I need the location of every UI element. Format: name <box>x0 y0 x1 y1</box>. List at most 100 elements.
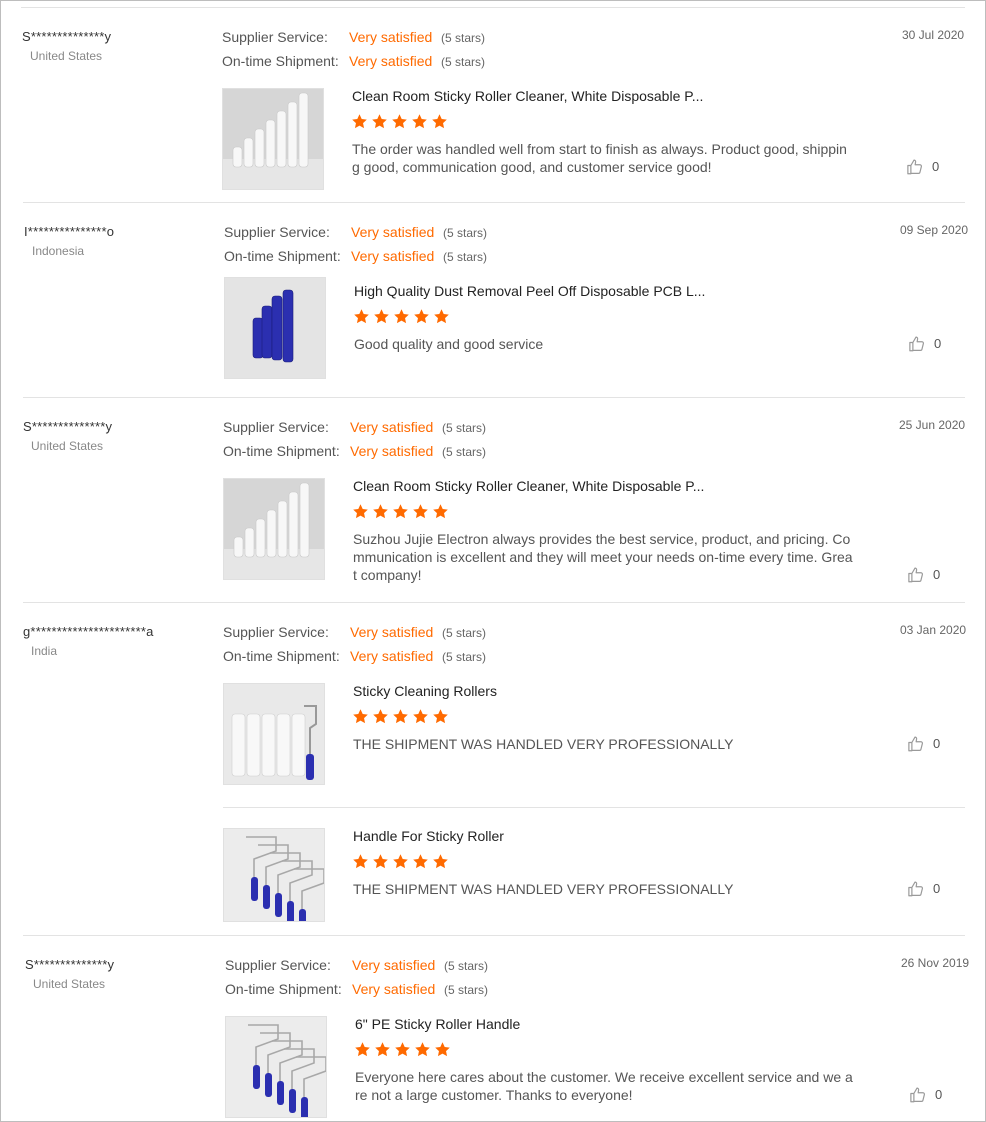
reviewer-name: S**************y <box>25 957 115 972</box>
product-thumbnail[interactable] <box>225 1016 327 1118</box>
like-button[interactable]: 0 <box>907 566 947 586</box>
product-thumbnail[interactable] <box>223 683 325 785</box>
ontime-shipment-label: On-time Shipment: <box>222 53 339 69</box>
supplier-service-stars: (5 stars) <box>443 226 488 240</box>
like-button[interactable]: 0 <box>906 158 946 178</box>
star-icon <box>391 114 411 134</box>
review-comment: Everyone here cares about the customer. … <box>355 1069 853 1103</box>
product-title-link[interactable]: Clean Room Sticky Roller Cleaner, White … <box>352 88 703 104</box>
supplier-service-value: Very satisfied <box>351 224 435 240</box>
ontime-shipment-value: Very satisfied <box>352 981 436 997</box>
star-icon <box>351 114 371 134</box>
reviewer-country: India <box>31 644 58 658</box>
star-icon <box>371 114 391 134</box>
star-icon <box>433 309 453 329</box>
star-icon <box>372 504 392 524</box>
star-icon <box>412 504 432 524</box>
divider <box>21 7 965 8</box>
review-date: 26 Nov 2019 <box>901 956 970 970</box>
review-date: 25 Jun 2020 <box>899 418 966 432</box>
star-icon <box>352 854 372 874</box>
star-icon <box>374 1042 394 1062</box>
review-divider <box>23 602 965 603</box>
review-date: 30 Jul 2020 <box>902 28 965 42</box>
ontime-shipment-stars: (5 stars) <box>444 983 489 997</box>
product-rating-stars <box>352 853 452 871</box>
supplier-service-value: Very satisfied <box>349 29 433 45</box>
reviewer-country: United States <box>33 977 106 991</box>
ontime-shipment-value: Very satisfied <box>350 648 434 664</box>
supplier-service-stars: (5 stars) <box>442 421 487 435</box>
reviewer-country: Indonesia <box>32 244 85 258</box>
star-icon <box>413 309 433 329</box>
review-comment: Good quality and good service <box>354 336 544 352</box>
product-title-link[interactable]: Handle For Sticky Roller <box>353 828 504 844</box>
supplier-service-stars: (5 stars) <box>441 31 486 45</box>
ontime-shipment-stars: (5 stars) <box>441 55 486 69</box>
supplier-service-label: Supplier Service: <box>223 624 329 640</box>
reviewer-name: S**************y <box>23 419 113 434</box>
like-button[interactable]: 0 <box>909 1086 949 1106</box>
reviewer-name: I***************o <box>24 224 115 239</box>
product-title-link[interactable]: High Quality Dust Removal Peel Off Dispo… <box>354 283 705 299</box>
like-count: 0 <box>933 881 941 896</box>
review-comment: THE SHIPMENT WAS HANDLED VERY PROFESSION… <box>353 881 734 897</box>
like-button[interactable]: 0 <box>907 880 947 900</box>
star-icon <box>372 709 392 729</box>
star-icon <box>411 114 431 134</box>
star-icon <box>354 1042 374 1062</box>
ontime-shipment-label: On-time Shipment: <box>223 648 340 664</box>
review-comment: The order was handled well from start to… <box>352 141 847 175</box>
reviewer-name: g**********************a <box>23 624 154 639</box>
reviews-panel: S**************y United States Supplier … <box>0 0 986 1122</box>
star-icon <box>372 854 392 874</box>
reviewer-name: S**************y <box>22 29 112 44</box>
review-divider <box>23 397 965 398</box>
supplier-service-value: Very satisfied <box>350 419 434 435</box>
like-button[interactable]: 0 <box>908 335 948 355</box>
like-count: 0 <box>932 159 940 174</box>
supplier-service-stars: (5 stars) <box>442 626 487 640</box>
star-icon <box>412 854 432 874</box>
product-title-link[interactable]: Sticky Cleaning Rollers <box>353 683 497 699</box>
product-thumbnail[interactable] <box>223 478 325 580</box>
review-comment: Suzhou Jujie Electron always provides th… <box>353 531 853 583</box>
star-icon <box>432 854 452 874</box>
product-thumbnail[interactable] <box>223 828 325 922</box>
star-icon <box>432 709 452 729</box>
like-count: 0 <box>935 1087 943 1102</box>
supplier-service-value: Very satisfied <box>352 957 436 973</box>
ontime-shipment-stars: (5 stars) <box>442 445 487 459</box>
ontime-shipment-label: On-time Shipment: <box>225 981 342 997</box>
like-button[interactable]: 0 <box>907 735 947 755</box>
review-divider <box>23 202 965 203</box>
supplier-service-stars: (5 stars) <box>444 959 489 973</box>
product-divider <box>223 807 965 808</box>
star-icon <box>352 504 372 524</box>
product-rating-stars <box>353 308 453 326</box>
review-date: 09 Sep 2020 <box>900 223 969 237</box>
product-thumbnail[interactable] <box>224 277 326 379</box>
product-thumbnail[interactable] <box>222 88 324 190</box>
like-count: 0 <box>933 736 941 751</box>
review-comment: THE SHIPMENT WAS HANDLED VERY PROFESSION… <box>353 736 734 752</box>
reviewer-country: United States <box>30 49 103 63</box>
star-icon <box>434 1042 454 1062</box>
reviewer-country: United States <box>31 439 104 453</box>
ontime-shipment-value: Very satisfied <box>351 248 435 264</box>
supplier-service-label: Supplier Service: <box>224 224 330 240</box>
star-icon <box>431 114 451 134</box>
ontime-shipment-stars: (5 stars) <box>443 250 488 264</box>
product-title-link[interactable]: Clean Room Sticky Roller Cleaner, White … <box>353 478 704 494</box>
product-title-link[interactable]: 6" PE Sticky Roller Handle <box>355 1016 520 1032</box>
star-icon <box>373 309 393 329</box>
product-rating-stars <box>354 1041 454 1059</box>
product-rating-stars <box>351 113 451 131</box>
ontime-shipment-label: On-time Shipment: <box>224 248 341 264</box>
supplier-service-label: Supplier Service: <box>223 419 329 435</box>
like-count: 0 <box>934 336 942 351</box>
ontime-shipment-stars: (5 stars) <box>442 650 487 664</box>
star-icon <box>432 504 452 524</box>
star-icon <box>352 709 372 729</box>
supplier-service-label: Supplier Service: <box>225 957 331 973</box>
